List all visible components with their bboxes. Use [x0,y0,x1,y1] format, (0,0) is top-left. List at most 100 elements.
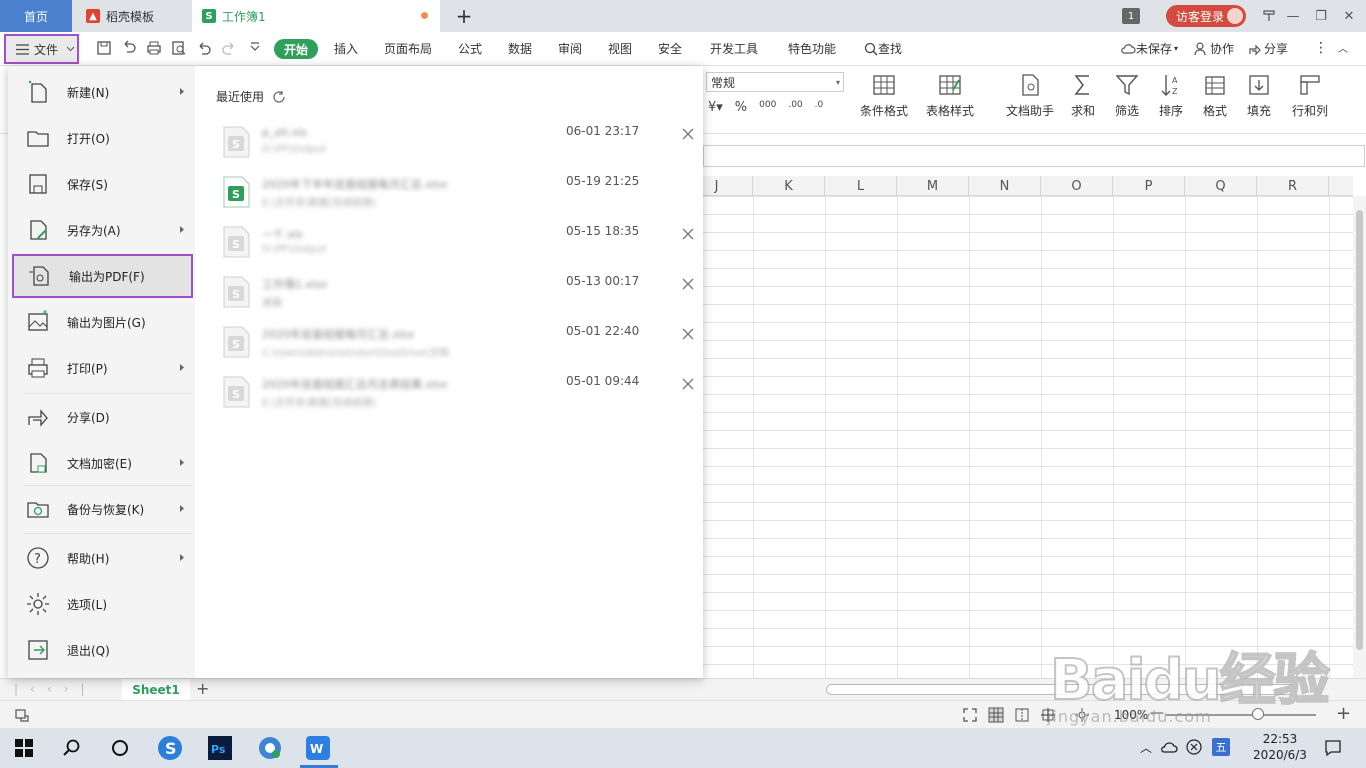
recent-file-item[interactable]: S 一个.xls D:\PF\Output 05-15 18:35 [216,220,694,270]
column-header[interactable]: N [969,176,1041,196]
close-icon[interactable] [682,228,694,240]
tab-home[interactable]: 首页 [0,0,72,32]
save-icon[interactable] [96,40,112,56]
ribbon-tab-formula[interactable]: 公式 [458,40,482,57]
column-header[interactable]: L [825,176,897,196]
restore-button[interactable]: ❐ [1306,0,1336,32]
decrease-decimal-icon[interactable]: .0 [815,100,824,115]
ime-indicator[interactable]: 五 [1212,738,1230,756]
ribbon-tab-insert[interactable]: 插入 [334,40,358,57]
collapse-ribbon-icon[interactable]: ︿ [1338,40,1348,55]
customize-toolbar-icon[interactable] [247,40,263,56]
recent-file-item[interactable]: S 2020年下半年巡查结报每月汇总.xlsx E:\文件夹\数据(完成结报) 05-… [216,170,690,220]
thousands-icon[interactable]: 000 [759,100,776,115]
close-icon[interactable] [682,128,694,140]
network-disconnected-icon[interactable] [1186,739,1202,755]
horizontal-scrollbar[interactable] [826,684,1296,695]
reading-mode-icon[interactable] [1040,707,1056,723]
notification-icon[interactable] [1324,739,1342,757]
onedrive-icon[interactable] [1160,740,1178,754]
minimize-button[interactable]: — [1278,0,1308,32]
file-menu-button[interactable]: 文件 [4,34,79,64]
zoom-level[interactable]: 100% [1114,708,1148,722]
ribbon-tab-developer[interactable]: 开发工具 [710,40,758,57]
rows-cols-button[interactable]: 行和列 [1292,72,1328,119]
file-menu-item-settings[interactable]: 选项(L) [12,582,193,626]
eye-protection-icon[interactable] [1074,707,1090,723]
format-button[interactable]: 格式 [1202,72,1228,119]
vertical-scroll-thumb[interactable] [1356,210,1363,650]
macro-icon[interactable] [14,707,30,723]
formula-input[interactable] [703,145,1365,167]
search-button[interactable]: 查找 [864,40,902,57]
recent-file-item[interactable]: Sp_eh.xls D:\PF\Output 06-01 23:17 [216,120,694,170]
file-menu-item-new-file[interactable]: 新建(N) [12,70,193,114]
increase-decimal-icon[interactable]: .00 [788,100,802,115]
more-options-icon[interactable]: ⋮ [1314,40,1328,56]
photoshop-icon[interactable]: Ps [206,734,234,762]
task-view-icon[interactable] [106,734,134,762]
zoom-out-button[interactable]: — [1150,705,1164,721]
print-icon[interactable] [146,40,162,56]
file-menu-item-encrypt[interactable]: 文档加密(E) [12,441,193,485]
file-menu-item-export-pdf[interactable]: 输出为PDF(F) [12,254,193,298]
vertical-scrollbar[interactable] [1353,196,1366,678]
doc-assistant-button[interactable]: 文档助手 [1006,72,1054,119]
recent-file-item[interactable]: S 2020年巡查结报每月汇总.xlsx C:\Users\Administrato… [216,320,694,370]
file-menu-item-export-image[interactable]: 输出为图片(G) [12,300,193,344]
window-count-badge[interactable]: 1 [1122,8,1140,24]
page-break-view-icon[interactable] [1014,707,1030,723]
taskbar-search-icon[interactable] [58,734,86,762]
column-header[interactable]: Q [1185,176,1257,196]
print-preview-icon[interactable] [171,40,187,56]
undo-icon[interactable] [196,40,212,56]
sheet-tab[interactable]: Sheet1 [122,679,190,701]
sort-button[interactable]: AZ 排序 [1158,72,1184,119]
new-tab-button[interactable]: + [450,0,478,32]
collab-button[interactable]: 协作 [1194,40,1234,57]
refresh-icon[interactable] [272,90,286,104]
column-header[interactable]: P [1113,176,1185,196]
file-menu-item-folder-open[interactable]: 打开(O) [12,116,193,160]
ribbon-tab-view[interactable]: 视图 [608,40,632,57]
wps-office-icon[interactable]: W [304,734,332,762]
redo-icon[interactable] [221,40,237,56]
file-menu-item-backup[interactable]: 备份与恢复(K) [12,487,193,531]
file-menu-item-share[interactable]: 分享(D) [12,395,193,439]
close-window-button[interactable]: ✕ [1334,0,1364,32]
column-header[interactable]: M [897,176,969,196]
recent-file-item[interactable]: S 工作簿1.xlsx 桌面 05-13 00:17 [216,270,694,320]
close-icon[interactable] [682,328,694,340]
ribbon-tab-features[interactable]: 特色功能 [788,40,836,57]
ie-browser-icon[interactable] [256,734,284,762]
system-clock[interactable]: 22:53 2020/6/3 [1250,731,1310,763]
sogou-browser-icon[interactable]: S [156,734,184,762]
filter-button[interactable]: 筛选 [1114,72,1140,119]
ribbon-tab-page-layout[interactable]: 页面布局 [384,40,432,57]
column-header[interactable]: R [1257,176,1329,196]
share-button[interactable]: 分享 [1248,40,1288,57]
tab-workbook[interactable]: S 工作簿1 [192,0,440,32]
number-format-select[interactable]: 常规 ▾ [706,72,844,92]
file-menu-item-save[interactable]: 保存(S) [12,162,193,206]
cell-grid[interactable] [703,196,1353,678]
tray-expand-icon[interactable]: ︿ [1140,739,1152,756]
file-menu-item-help[interactable]: ? 帮助(H) [12,536,193,580]
normal-view-icon[interactable] [988,707,1004,723]
table-style-button[interactable]: 表格样式 [926,72,974,119]
zoom-in-button[interactable]: + [1336,703,1351,724]
zoom-slider-handle[interactable] [1252,708,1264,720]
close-icon[interactable] [682,378,694,390]
visitor-login-button[interactable]: 访客登录 [1166,5,1246,27]
sum-button[interactable]: 求和 [1070,72,1096,119]
unsaved-button[interactable]: 未保存 ▾ [1120,40,1178,57]
ribbon-tab-data[interactable]: 数据 [508,40,532,57]
windows-start-icon[interactable] [10,734,38,762]
fill-button[interactable]: 填充 [1246,72,1272,119]
file-menu-item-save-as[interactable]: 另存为(A) [12,208,193,252]
ribbon-tab-start[interactable]: 开始 [274,39,318,59]
currency-icon[interactable]: ¥▾ [708,100,723,115]
column-header[interactable]: K [753,176,825,196]
export-icon[interactable] [122,40,138,56]
column-header[interactable]: O [1041,176,1113,196]
